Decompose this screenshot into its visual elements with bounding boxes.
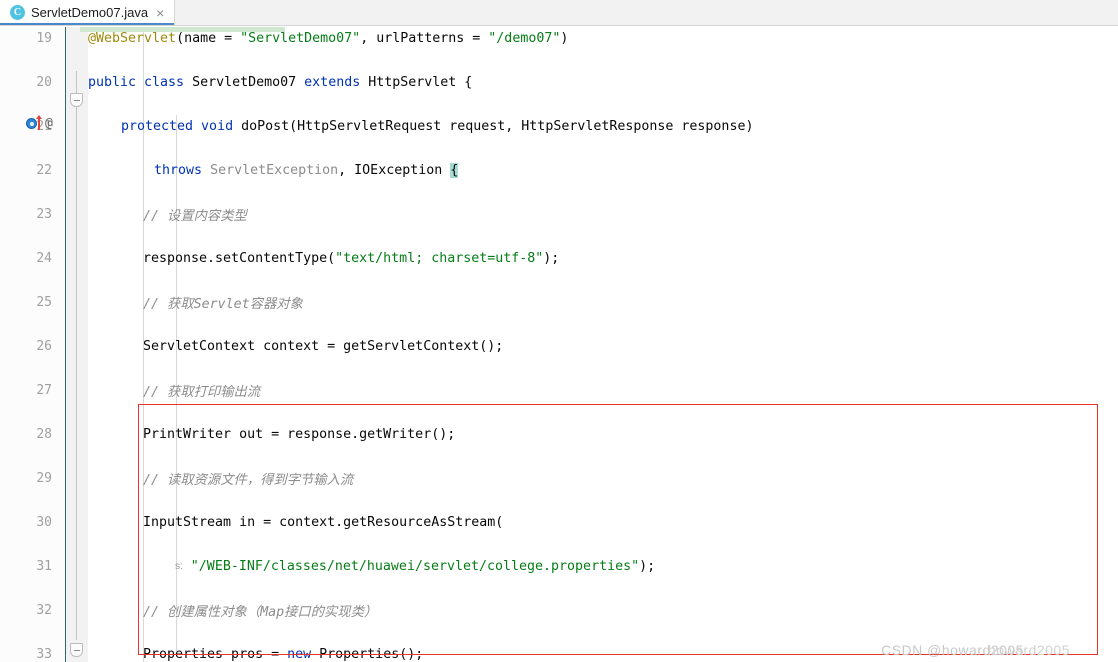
line-number: 26 xyxy=(36,338,52,354)
line-number: 27 xyxy=(36,382,52,398)
line-text: public class ServletDemo07 extends HttpS… xyxy=(88,74,473,90)
override-arrow-icon[interactable] xyxy=(36,115,42,130)
java-class-icon: C xyxy=(10,5,25,20)
line-text: @WebServlet(name = "ServletDemo07", urlP… xyxy=(88,30,569,46)
code-line[interactable]: 29 // 读取资源文件，得到字节输入流 xyxy=(0,467,1118,489)
line-text: protected void doPost(HttpServletRequest… xyxy=(121,118,754,134)
line-number: 24 xyxy=(36,250,52,266)
line-text: Properties pros = new Properties(); xyxy=(143,646,424,662)
close-icon[interactable]: × xyxy=(154,6,166,20)
code-editor[interactable]: 19 @WebServlet(name = "ServletDemo07", u… xyxy=(0,27,1118,662)
code-line[interactable]: 27 // 获取打印输出流 xyxy=(0,379,1118,401)
code-line[interactable]: 24 response.setContentType("text/html; c… xyxy=(0,247,1118,269)
code-line[interactable]: 23 // 设置内容类型 xyxy=(0,203,1118,225)
line-number: 23 xyxy=(36,206,52,222)
run-gutter-icon[interactable] xyxy=(26,118,37,129)
editor-tab-bar: C ServletDemo07.java × xyxy=(0,0,1118,26)
line-number: 33 xyxy=(36,646,52,662)
code-line[interactable]: 22 throws ServletException, IOException … xyxy=(0,159,1118,181)
line-text: s: "/WEB-INF/classes/net/huawei/servlet/… xyxy=(175,558,656,574)
line-text: PrintWriter out = response.getWriter(); xyxy=(143,426,456,442)
code-line[interactable]: 32 // 创建属性对象（Map接口的实现类） xyxy=(0,599,1118,621)
code-line[interactable]: 21 @ protected void doPost(HttpServletRe… xyxy=(0,115,1118,137)
line-text: InputStream in = context.getResourceAsSt… xyxy=(143,514,504,530)
line-number: 22 xyxy=(36,162,52,178)
line-text: // 创建属性对象（Map接口的实现类） xyxy=(143,604,378,620)
line-number: 25 xyxy=(36,294,52,310)
line-number: 29 xyxy=(36,470,52,486)
code-line[interactable]: 19 @WebServlet(name = "ServletDemo07", u… xyxy=(0,27,1118,49)
inlay-hint-s: s: xyxy=(175,560,183,572)
line-number: 28 xyxy=(36,426,52,442)
line-text: throws ServletException, IOException { xyxy=(154,162,459,178)
line-text: // 获取打印输出流 xyxy=(143,384,261,400)
code-line[interactable]: 20 public class ServletDemo07 extends Ht… xyxy=(0,71,1118,93)
code-line[interactable]: 31 s: "/WEB-INF/classes/net/huawei/servl… xyxy=(0,555,1118,577)
line-text: ServletContext context = getServletConte… xyxy=(143,338,504,354)
tab-label: ServletDemo07.java xyxy=(31,5,149,20)
tab-servletdemo07-java[interactable]: C ServletDemo07.java × xyxy=(0,0,176,25)
code-line[interactable]: 28 PrintWriter out = response.getWriter(… xyxy=(0,423,1118,445)
line-number: 30 xyxy=(36,514,52,530)
code-content[interactable]: 19 @WebServlet(name = "ServletDemo07", u… xyxy=(0,27,1118,662)
code-line[interactable]: 26 ServletContext context = getServletCo… xyxy=(0,335,1118,357)
annotation-at-icon: @ xyxy=(45,116,53,131)
csdn-watermark: CSDN @howard2005howard2005 xyxy=(881,642,1106,658)
watermark-overlay-text: howard2005 xyxy=(987,642,1070,658)
line-text: // 获取Servlet容器对象 xyxy=(143,296,303,312)
line-text: response.setContentType("text/html; char… xyxy=(143,250,560,266)
code-line[interactable]: 30 InputStream in = context.getResourceA… xyxy=(0,511,1118,533)
line-number: 19 xyxy=(36,30,52,46)
line-number: 31 xyxy=(36,558,52,574)
line-text: // 设置内容类型 xyxy=(143,208,247,224)
code-line[interactable]: 25 // 获取Servlet容器对象 xyxy=(0,291,1118,313)
line-number: 32 xyxy=(36,602,52,618)
line-text: // 读取资源文件，得到字节输入流 xyxy=(143,472,354,488)
line-number: 20 xyxy=(36,74,52,90)
